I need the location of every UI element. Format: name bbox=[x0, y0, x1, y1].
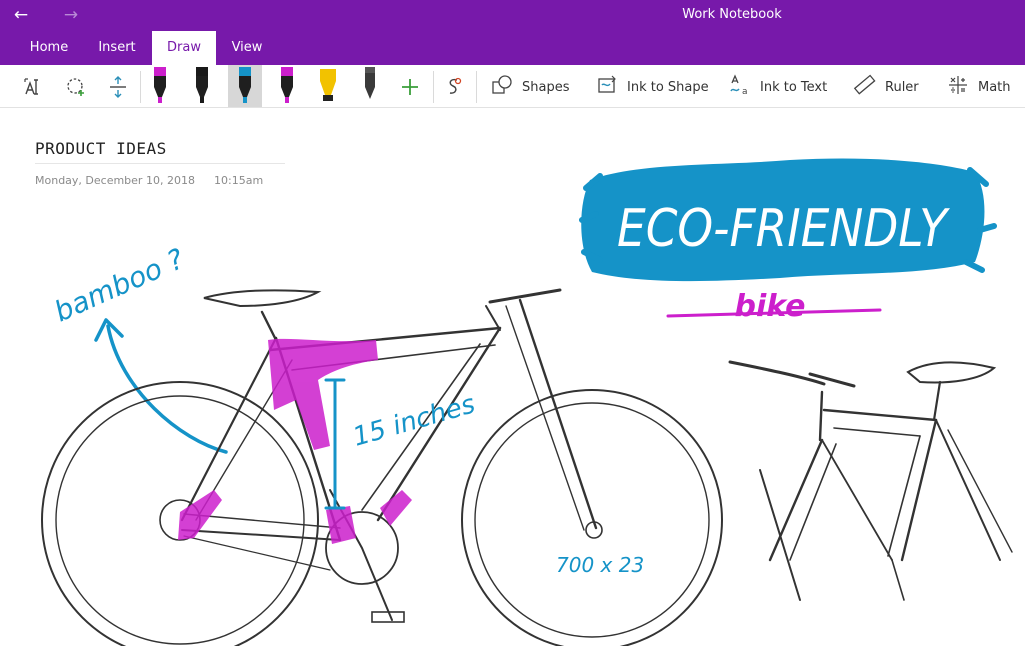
tab-home[interactable]: Home bbox=[18, 31, 80, 65]
ruler-icon bbox=[853, 73, 877, 101]
ink-canvas[interactable]: ECO-FRIENDLY bike bamboo ? 15 inches 700… bbox=[0, 108, 1025, 646]
tab-view[interactable]: View bbox=[218, 31, 276, 65]
notebook-title: Work Notebook bbox=[682, 7, 782, 22]
highlighter-icon bbox=[320, 69, 336, 95]
type-select-icon[interactable] bbox=[20, 71, 48, 103]
back-arrow-icon[interactable]: ← bbox=[9, 4, 33, 26]
math-button[interactable]: Math bbox=[946, 71, 1011, 103]
pen-purple[interactable] bbox=[270, 65, 304, 107]
lasso-select-icon[interactable] bbox=[62, 71, 90, 103]
forward-arrow-icon[interactable]: → bbox=[59, 4, 83, 26]
ink-replay-icon[interactable] bbox=[440, 71, 468, 103]
shapes-icon bbox=[490, 73, 514, 101]
math-icon bbox=[946, 73, 970, 101]
ribbon-tabs: Home Insert Draw View bbox=[0, 31, 1025, 65]
ink-to-shape-button[interactable]: Ink to Shape bbox=[595, 71, 709, 103]
ruler-button[interactable]: Ruler bbox=[853, 71, 919, 103]
highlighter-yellow[interactable] bbox=[311, 65, 345, 107]
ink-to-text-icon: a bbox=[728, 73, 752, 101]
measurement-note-text: 15 inches bbox=[350, 389, 479, 452]
tab-draw[interactable]: Draw bbox=[152, 31, 216, 65]
title-bar: ← → Work Notebook bbox=[0, 0, 1025, 31]
ribbon-separator bbox=[433, 71, 434, 103]
ribbon-separator bbox=[476, 71, 477, 103]
svg-text:a: a bbox=[742, 87, 748, 97]
ink-to-text-button[interactable]: a Ink to Text bbox=[728, 71, 827, 103]
eco-friendly-banner: ECO-FRIENDLY bbox=[579, 158, 997, 282]
pen-black[interactable] bbox=[185, 65, 219, 107]
material-note-text: bamboo ? bbox=[49, 242, 189, 328]
subhead-ink: bike bbox=[666, 289, 882, 324]
pencil-gray[interactable] bbox=[353, 65, 387, 107]
tab-insert[interactable]: Insert bbox=[88, 31, 146, 65]
pen-blue[interactable] bbox=[228, 65, 262, 107]
measurement-note: 15 inches bbox=[324, 378, 479, 510]
pen-magenta[interactable] bbox=[143, 65, 177, 107]
ribbon-separator bbox=[140, 71, 141, 103]
material-note: bamboo ? bbox=[49, 242, 228, 454]
add-space-icon[interactable] bbox=[104, 71, 132, 103]
wheel-size-note: 700 x 23 bbox=[556, 553, 644, 577]
frame-sketch bbox=[728, 360, 1013, 601]
add-pen-plus-icon[interactable] bbox=[396, 71, 424, 103]
ink-to-shape-icon bbox=[595, 73, 619, 101]
draw-ribbon: Shapes Ink to Shape a Ink to Text Ruler … bbox=[0, 65, 1025, 108]
headline-ink-text: ECO-FRIENDLY bbox=[617, 199, 951, 259]
shapes-button[interactable]: Shapes bbox=[490, 71, 569, 103]
bike-sketch bbox=[41, 288, 723, 646]
subhead-ink-text: bike bbox=[735, 289, 806, 324]
